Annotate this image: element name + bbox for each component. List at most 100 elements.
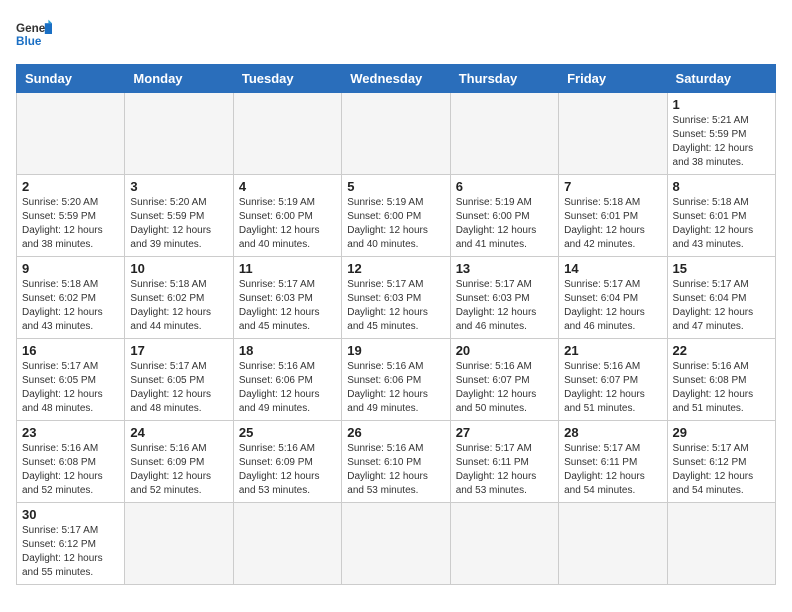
day-number: 10: [130, 261, 227, 276]
calendar-cell: [233, 503, 341, 585]
day-number: 22: [673, 343, 770, 358]
day-number: 6: [456, 179, 553, 194]
calendar-cell: 11Sunrise: 5:17 AM Sunset: 6:03 PM Dayli…: [233, 257, 341, 339]
calendar-cell: [450, 503, 558, 585]
calendar-cell: 7 Sunrise: 5:18 AM Sunset: 6:01 PM Daylig…: [559, 175, 667, 257]
calendar-cell: 29Sunrise: 5:17 AM Sunset: 6:12 PM Dayli…: [667, 421, 775, 503]
calendar-cell: 6 Sunrise: 5:19 AM Sunset: 6:00 PM Daylig…: [450, 175, 558, 257]
calendar-cell: [559, 503, 667, 585]
day-info: Sunrise: 5:17 AM Sunset: 6:04 PM Dayligh…: [673, 278, 770, 334]
calendar-cell: 27Sunrise: 5:17 AM Sunset: 6:11 PM Dayli…: [450, 421, 558, 503]
calendar-cell: 3Sunrise: 5:20 AM Sunset: 5:59 PM Daylig…: [125, 175, 233, 257]
calendar-cell: 20 Sunrise: 5:16 AM Sunset: 6:07 PM Dayli…: [450, 339, 558, 421]
calendar-cell: [450, 93, 558, 175]
day-info: Sunrise: 5:17 AM Sunset: 6:11 PM Dayligh…: [564, 442, 661, 498]
calendar-week-row: 23 Sunrise: 5:16 AM Sunset: 6:08 PM Dayli…: [17, 421, 776, 503]
day-number: 23: [22, 425, 119, 440]
day-number: 21: [564, 343, 661, 358]
calendar-cell: 21 Sunrise: 5:16 AM Sunset: 6:07 PM Dayli…: [559, 339, 667, 421]
day-info: Sunrise: 5:17 AM Sunset: 6:03 PM Dayligh…: [456, 278, 553, 334]
day-number: 1: [673, 97, 770, 112]
calendar-cell: 14Sunrise: 5:17 AM Sunset: 6:04 PM Dayli…: [559, 257, 667, 339]
day-number: 19: [347, 343, 444, 358]
day-info: Sunrise: 5:16 AM Sunset: 6:09 PM Dayligh…: [239, 442, 336, 498]
day-info: Sunrise: 5:16 AM Sunset: 6:10 PM Dayligh…: [347, 442, 444, 498]
svg-text:Blue: Blue: [16, 35, 42, 48]
calendar-cell: 17 Sunrise: 5:17 AM Sunset: 6:05 PM Dayli…: [125, 339, 233, 421]
logo: General Blue: [16, 16, 52, 52]
calendar-cell: 30 Sunrise: 5:17 AM Sunset: 6:12 PM Dayli…: [17, 503, 125, 585]
day-number: 20: [456, 343, 553, 358]
col-header-friday: Friday: [559, 65, 667, 93]
day-number: 25: [239, 425, 336, 440]
calendar-cell: 24Sunrise: 5:16 AM Sunset: 6:09 PM Dayli…: [125, 421, 233, 503]
day-number: 13: [456, 261, 553, 276]
col-header-sunday: Sunday: [17, 65, 125, 93]
calendar-cell: 10 Sunrise: 5:18 AM Sunset: 6:02 PM Dayli…: [125, 257, 233, 339]
day-number: 3: [130, 179, 227, 194]
day-info: Sunrise: 5:21 AM Sunset: 5:59 PM Dayligh…: [673, 114, 770, 170]
calendar-cell: 23 Sunrise: 5:16 AM Sunset: 6:08 PM Dayli…: [17, 421, 125, 503]
day-info: Sunrise: 5:17 AM Sunset: 6:12 PM Dayligh…: [22, 524, 119, 580]
calendar-week-row: 30 Sunrise: 5:17 AM Sunset: 6:12 PM Dayli…: [17, 503, 776, 585]
day-info: Sunrise: 5:17 AM Sunset: 6:12 PM Dayligh…: [673, 442, 770, 498]
day-number: 8: [673, 179, 770, 194]
day-number: 26: [347, 425, 444, 440]
calendar-cell: [125, 93, 233, 175]
calendar-cell: 8 Sunrise: 5:18 AM Sunset: 6:01 PM Daylig…: [667, 175, 775, 257]
col-header-tuesday: Tuesday: [233, 65, 341, 93]
day-info: Sunrise: 5:17 AM Sunset: 6:03 PM Dayligh…: [347, 278, 444, 334]
day-number: 17: [130, 343, 227, 358]
calendar-week-row: 2 Sunrise: 5:20 AM Sunset: 5:59 PM Daylig…: [17, 175, 776, 257]
calendar-cell: [559, 93, 667, 175]
calendar-cell: 2 Sunrise: 5:20 AM Sunset: 5:59 PM Daylig…: [17, 175, 125, 257]
day-info: Sunrise: 5:17 AM Sunset: 6:05 PM Dayligh…: [22, 360, 119, 416]
day-info: Sunrise: 5:17 AM Sunset: 6:04 PM Dayligh…: [564, 278, 661, 334]
day-info: Sunrise: 5:16 AM Sunset: 6:08 PM Dayligh…: [22, 442, 119, 498]
day-info: Sunrise: 5:16 AM Sunset: 6:07 PM Dayligh…: [564, 360, 661, 416]
day-info: Sunrise: 5:19 AM Sunset: 6:00 PM Dayligh…: [347, 196, 444, 252]
day-number: 24: [130, 425, 227, 440]
day-number: 2: [22, 179, 119, 194]
day-number: 5: [347, 179, 444, 194]
calendar-cell: 28 Sunrise: 5:17 AM Sunset: 6:11 PM Dayli…: [559, 421, 667, 503]
calendar-cell: 19Sunrise: 5:16 AM Sunset: 6:06 PM Dayli…: [342, 339, 450, 421]
calendar-cell: 15 Sunrise: 5:17 AM Sunset: 6:04 PM Dayli…: [667, 257, 775, 339]
calendar-cell: [233, 93, 341, 175]
calendar-cell: 4 Sunrise: 5:19 AM Sunset: 6:00 PM Daylig…: [233, 175, 341, 257]
calendar-cell: 12Sunrise: 5:17 AM Sunset: 6:03 PM Dayli…: [342, 257, 450, 339]
day-info: Sunrise: 5:18 AM Sunset: 6:01 PM Dayligh…: [673, 196, 770, 252]
day-info: Sunrise: 5:19 AM Sunset: 6:00 PM Dayligh…: [239, 196, 336, 252]
calendar-header-row: SundayMondayTuesdayWednesdayThursdayFrid…: [17, 65, 776, 93]
calendar-cell: 26 Sunrise: 5:16 AM Sunset: 6:10 PM Dayli…: [342, 421, 450, 503]
day-number: 27: [456, 425, 553, 440]
calendar-cell: 13 Sunrise: 5:17 AM Sunset: 6:03 PM Dayli…: [450, 257, 558, 339]
calendar-week-row: 1 Sunrise: 5:21 AM Sunset: 5:59 PM Daylig…: [17, 93, 776, 175]
day-info: Sunrise: 5:16 AM Sunset: 6:06 PM Dayligh…: [239, 360, 336, 416]
day-number: 7: [564, 179, 661, 194]
day-number: 4: [239, 179, 336, 194]
day-info: Sunrise: 5:20 AM Sunset: 5:59 PM Dayligh…: [22, 196, 119, 252]
day-info: Sunrise: 5:18 AM Sunset: 6:02 PM Dayligh…: [130, 278, 227, 334]
day-number: 11: [239, 261, 336, 276]
calendar-cell: 18Sunrise: 5:16 AM Sunset: 6:06 PM Dayli…: [233, 339, 341, 421]
calendar-cell: 9Sunrise: 5:18 AM Sunset: 6:02 PM Daylig…: [17, 257, 125, 339]
calendar-cell: [125, 503, 233, 585]
calendar-cell: 25 Sunrise: 5:16 AM Sunset: 6:09 PM Dayli…: [233, 421, 341, 503]
day-info: Sunrise: 5:16 AM Sunset: 6:07 PM Dayligh…: [456, 360, 553, 416]
calendar-cell: 16 Sunrise: 5:17 AM Sunset: 6:05 PM Dayli…: [17, 339, 125, 421]
day-number: 28: [564, 425, 661, 440]
calendar-week-row: 9Sunrise: 5:18 AM Sunset: 6:02 PM Daylig…: [17, 257, 776, 339]
day-info: Sunrise: 5:17 AM Sunset: 6:05 PM Dayligh…: [130, 360, 227, 416]
day-number: 16: [22, 343, 119, 358]
calendar-cell: [17, 93, 125, 175]
day-number: 30: [22, 507, 119, 522]
day-info: Sunrise: 5:18 AM Sunset: 6:01 PM Dayligh…: [564, 196, 661, 252]
col-header-thursday: Thursday: [450, 65, 558, 93]
day-number: 15: [673, 261, 770, 276]
day-info: Sunrise: 5:19 AM Sunset: 6:00 PM Dayligh…: [456, 196, 553, 252]
calendar-cell: [342, 93, 450, 175]
calendar-cell: 1 Sunrise: 5:21 AM Sunset: 5:59 PM Daylig…: [667, 93, 775, 175]
calendar-table: SundayMondayTuesdayWednesdayThursdayFrid…: [16, 64, 776, 585]
day-info: Sunrise: 5:18 AM Sunset: 6:02 PM Dayligh…: [22, 278, 119, 334]
